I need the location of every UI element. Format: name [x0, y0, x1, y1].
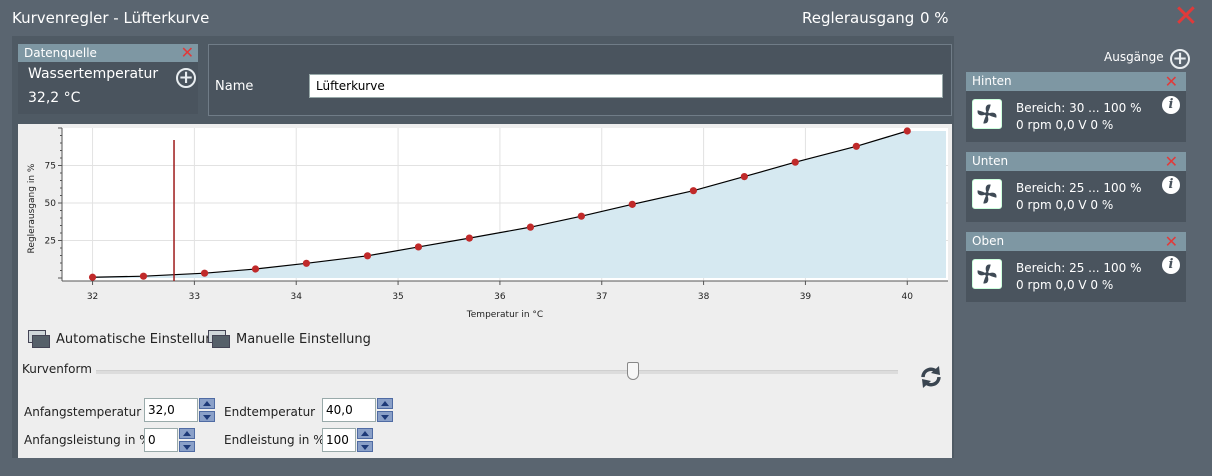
start-power-stepper[interactable] — [179, 428, 195, 452]
datasource-value: 32,2 °C — [28, 90, 81, 106]
curve-point — [88, 273, 97, 281]
datasource-body: Wassertemperatur 32,2 °C + — [18, 62, 198, 114]
info-icon[interactable]: i — [1162, 176, 1180, 194]
delete-datasource-icon[interactable]: ✕ — [181, 44, 194, 62]
datasource-name: Wassertemperatur — [28, 66, 159, 82]
delete-output-icon[interactable]: ✕ — [1165, 152, 1178, 171]
end-power-label: Endleistung in % — [224, 433, 325, 447]
curve-point — [302, 259, 311, 267]
datasource-header-label: Datenquelle — [24, 46, 97, 60]
output-status: 0 rpm 0,0 V 0 % — [1016, 118, 1114, 132]
window-stack-icon — [28, 330, 50, 348]
curve-chart: 32 33 34 35 36 37 38 39 40 25 50 75 Temperatur in °C… — [18, 124, 952, 320]
output-name: Hinten — [972, 74, 1012, 88]
window-stack-icon — [208, 330, 230, 348]
end-temp-label: Endtemperatur — [224, 405, 316, 419]
name-label: Name — [215, 79, 254, 94]
auto-setting-button[interactable]: Automatische Einstellung — [28, 330, 222, 348]
start-temp-input[interactable] — [144, 398, 198, 422]
outputs-label: Ausgänge — [1104, 50, 1164, 64]
y-tick-label: 75 — [45, 162, 56, 172]
start-temp-label: Anfangstemperatur — [24, 405, 142, 419]
curve-editor-panel: 32 33 34 35 36 37 38 39 40 25 50 75 Temperatur in °C… — [18, 124, 952, 458]
output-body: Bereich: 25 ... 100 % 0 rpm 0,0 V 0 % i — [966, 251, 1186, 302]
x-tick-label: 40 — [902, 292, 914, 302]
delete-output-icon[interactable]: ✕ — [1165, 72, 1178, 91]
output-range: Bereich: 30 ... 100 % — [1016, 101, 1142, 115]
window-title: Kurvenregler - Lüfterkurve — [12, 9, 210, 27]
output-body: Bereich: 25 ... 100 % 0 rpm 0,0 V 0 % i — [966, 171, 1186, 222]
x-tick-label: 33 — [189, 292, 200, 302]
x-tick-label: 34 — [291, 292, 303, 302]
output-range: Bereich: 25 ... 100 % — [1016, 181, 1142, 195]
curve-point — [363, 252, 372, 260]
output-range: Bereich: 25 ... 100 % — [1016, 261, 1142, 275]
info-icon[interactable]: i — [1162, 96, 1180, 114]
auto-setting-label: Automatische Einstellung — [56, 331, 222, 347]
curve-shape-slider-track[interactable] — [96, 370, 898, 374]
curve-point — [526, 223, 535, 231]
name-input[interactable] — [309, 74, 943, 98]
curve-point — [139, 272, 148, 280]
output-name: Oben — [972, 234, 1005, 248]
output-body: Bereich: 30 ... 100 % 0 rpm 0,0 V 0 % i — [966, 91, 1186, 142]
y-axis-label: Reglerausgang in % — [27, 163, 37, 253]
y-tick-label: 25 — [45, 237, 56, 247]
y-tick-label: 50 — [45, 199, 57, 209]
x-tick-label: 36 — [494, 292, 506, 302]
info-icon[interactable]: i — [1162, 256, 1180, 274]
output-header: Oben ✕ — [966, 232, 1186, 251]
x-axis-label: Temperatur in °C — [466, 310, 543, 320]
regler-output-value: 0 % — [920, 9, 949, 27]
curve-point — [689, 187, 698, 195]
add-output-icon[interactable]: + — [1170, 49, 1190, 69]
regler-output-label: Reglerausgang — [802, 9, 915, 27]
output-status: 0 rpm 0,0 V 0 % — [1016, 278, 1114, 292]
curve-point — [577, 212, 585, 220]
end-power-input[interactable] — [322, 428, 356, 452]
x-tick-label: 32 — [87, 292, 98, 302]
output-card-hinten: Hinten ✕ Bereich: 30 ... 100 % 0 rpm 0,0… — [966, 72, 1186, 142]
output-card-oben: Oben ✕ Bereich: 25 ... 100 % 0 rpm 0,0 V… — [966, 232, 1186, 302]
curve-point — [903, 127, 911, 135]
curve-point — [740, 173, 748, 181]
fan-icon — [972, 179, 1002, 209]
datasource-header: Datenquelle ✕ — [18, 44, 198, 62]
output-header: Unten ✕ — [966, 152, 1186, 171]
curve-point — [251, 265, 260, 273]
end-temp-stepper[interactable] — [377, 398, 393, 422]
output-status: 0 rpm 0,0 V 0 % — [1016, 198, 1114, 212]
manual-setting-label: Manuelle Einstellung — [236, 331, 371, 347]
curve-point — [414, 243, 423, 251]
delete-output-icon[interactable]: ✕ — [1165, 232, 1178, 251]
start-power-input[interactable] — [144, 428, 178, 452]
title-bar: Kurvenregler - Lüfterkurve Reglerausgang… — [0, 0, 1212, 36]
fan-icon — [972, 99, 1002, 129]
curve-point — [200, 269, 209, 277]
output-card-unten: Unten ✕ Bereich: 25 ... 100 % 0 rpm 0,0 … — [966, 152, 1186, 222]
curve-point — [791, 158, 799, 166]
output-header: Hinten ✕ — [966, 72, 1186, 91]
curve-shape-label: Kurvenform — [22, 362, 92, 376]
close-icon[interactable]: ✕ — [1172, 2, 1200, 32]
x-tick-label: 38 — [698, 292, 710, 302]
x-tick-label: 37 — [596, 292, 607, 302]
curve-chart-svg: 32 33 34 35 36 37 38 39 40 25 50 75 Temperatur in °C… — [27, 127, 948, 320]
name-panel: Name — [208, 44, 952, 116]
curve-point — [852, 142, 860, 150]
curve-point — [628, 200, 636, 208]
fan-icon — [972, 259, 1002, 289]
curve-shape-slider-thumb[interactable] — [627, 362, 640, 380]
x-tick-label: 35 — [392, 292, 403, 302]
start-power-label: Anfangsleistung in % — [24, 433, 151, 447]
end-power-stepper[interactable] — [357, 428, 373, 452]
x-tick-label: 39 — [800, 292, 812, 302]
end-temp-input[interactable] — [322, 398, 376, 422]
output-name: Unten — [972, 154, 1009, 168]
curve-point — [465, 234, 473, 242]
start-temp-stepper[interactable] — [199, 398, 215, 422]
refresh-icon[interactable] — [918, 364, 944, 390]
add-datasource-icon[interactable]: + — [176, 68, 196, 88]
manual-setting-button[interactable]: Manuelle Einstellung — [208, 330, 371, 348]
